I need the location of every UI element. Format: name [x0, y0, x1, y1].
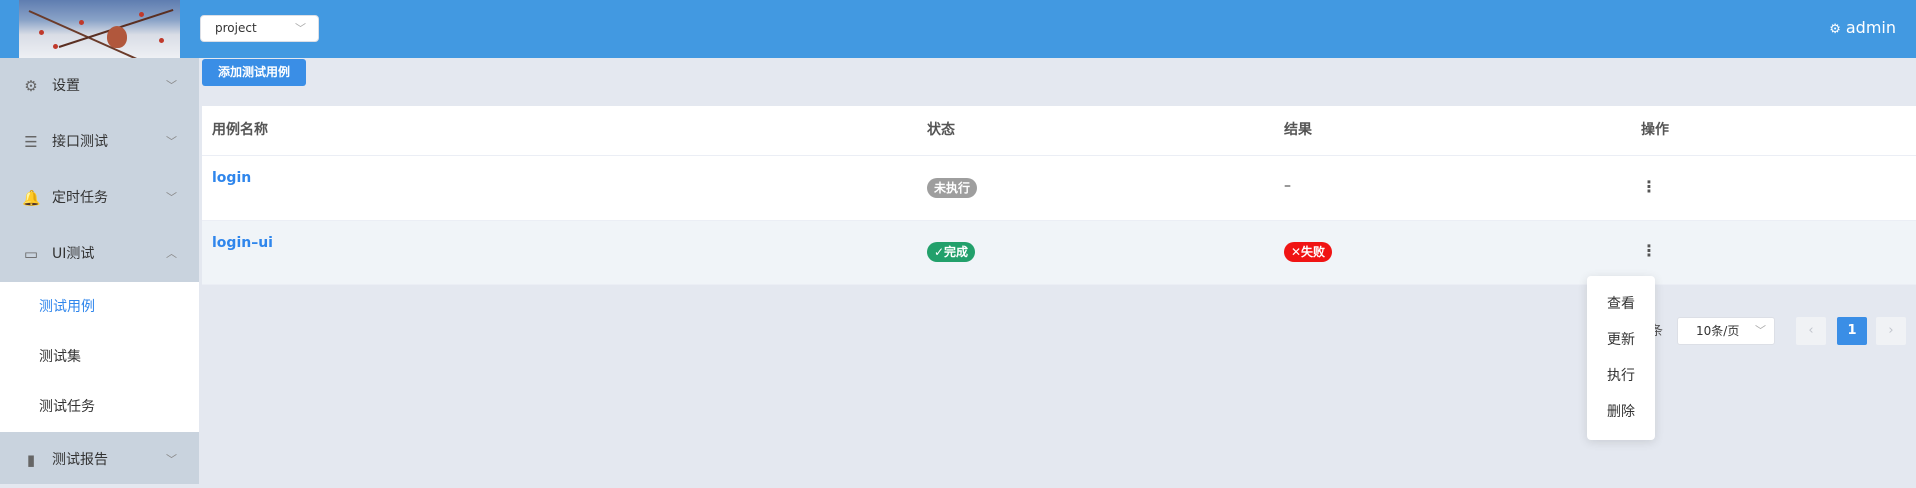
result-value: – — [1284, 178, 1291, 194]
page-size-select[interactable]: 10条/页 ﹀ — [1677, 317, 1775, 345]
menu-item-delete[interactable]: 删除 — [1587, 394, 1655, 430]
menu-item-update[interactable]: 更新 — [1587, 322, 1655, 358]
add-test-case-button[interactable]: 添加测试用例 — [202, 59, 306, 86]
table-header: 用例名称 状态 结果 操作 — [202, 106, 1916, 156]
sidebar-item-label: 接口测试 — [52, 134, 108, 150]
sidebar-item-test-report[interactable]: ▮ 测试报告 ﹀ — [0, 432, 199, 488]
menu-item-execute[interactable]: 执行 — [1587, 358, 1655, 394]
submenu-item-label: 测试集 — [39, 349, 81, 365]
sidebar-item-api-test[interactable]: ☰ 接口测试 ﹀ — [0, 114, 199, 170]
bell-icon: 🔔 — [22, 189, 41, 207]
submenu-item-test-case[interactable]: 测试用例 — [0, 282, 199, 332]
result-badge: ✕失败 — [1284, 242, 1333, 262]
chevron-down-icon: ﹀ — [166, 135, 177, 148]
logo-image — [19, 0, 180, 58]
submenu-item-label: 测试用例 — [39, 299, 95, 315]
test-case-name-link[interactable]: login–ui — [212, 235, 273, 251]
page-button-current[interactable]: 1 — [1837, 317, 1867, 345]
user-name: admin — [1845, 18, 1896, 37]
user-menu[interactable]: ⚙ admin — [1829, 18, 1896, 37]
status-badge: 未执行 — [927, 178, 978, 198]
sidebar-item-label: UI测试 — [52, 246, 95, 262]
submenu-item-test-task[interactable]: 测试任务 — [0, 382, 199, 432]
chevron-down-icon: ﹀ — [1755, 324, 1766, 337]
sidebar-item-ui-test[interactable]: ▭ UI测试 ︿ — [0, 226, 199, 282]
more-actions-icon[interactable]: ⋮ — [1641, 242, 1657, 260]
chevron-left-icon: ‹ — [1808, 323, 1814, 338]
project-select[interactable]: project ﹀ — [200, 15, 319, 42]
sidebar-item-settings[interactable]: ⚙ 设置 ﹀ — [0, 58, 199, 114]
submenu-item-label: 测试任务 — [39, 399, 95, 415]
table-row: login 未执行 – ⋮ — [202, 156, 1916, 221]
chevron-down-icon: ﹀ — [166, 79, 177, 92]
page-size-value: 10条/页 — [1696, 324, 1740, 338]
chevron-down-icon: ﹀ — [166, 191, 177, 204]
gear-icon: ⚙ — [24, 77, 38, 95]
column-header-name: 用例名称 — [212, 122, 268, 138]
sidebar: ⚙ 设置 ﹀ ☰ 接口测试 ﹀ 🔔 定时任务 ﹀ ▭ UI测试 ︿ 测试用例 测… — [0, 58, 199, 484]
chevron-down-icon: ﹀ — [166, 453, 177, 466]
chevron-up-icon: ︿ — [166, 247, 177, 260]
ui-test-submenu: 测试用例 测试集 测试任务 — [0, 282, 199, 432]
status-badge: ✓完成 — [927, 242, 976, 262]
monitor-icon: ▭ — [23, 245, 39, 263]
gear-icon: ⚙ — [1829, 22, 1841, 37]
bar-chart-icon: ▮ — [26, 451, 36, 469]
chevron-right-icon: › — [1888, 323, 1894, 338]
sidebar-item-label: 定时任务 — [52, 190, 108, 206]
sidebar-item-label: 测试报告 — [52, 452, 108, 468]
sliders-icon: ☰ — [24, 133, 38, 151]
submenu-item-test-set[interactable]: 测试集 — [0, 332, 199, 382]
column-header-result: 结果 — [1284, 122, 1312, 138]
row-actions-menu: 查看 更新 执行 删除 — [1587, 276, 1655, 440]
column-header-actions: 操作 — [1641, 122, 1669, 138]
menu-item-view[interactable]: 查看 — [1587, 286, 1655, 322]
sidebar-item-label: 设置 — [52, 78, 80, 94]
more-actions-icon[interactable]: ⋮ — [1641, 178, 1657, 196]
column-header-status: 状态 — [927, 122, 955, 138]
sidebar-item-scheduled-task[interactable]: 🔔 定时任务 ﹀ — [0, 170, 199, 226]
project-select-value: project — [215, 21, 257, 35]
top-header: project ﹀ ⚙ admin — [0, 0, 1916, 58]
test-case-name-link[interactable]: login — [212, 170, 251, 186]
prev-page-button[interactable]: ‹ — [1796, 317, 1826, 345]
test-case-table: 用例名称 状态 结果 操作 login 未执行 – ⋮ login–ui ✓完成… — [202, 106, 1916, 285]
table-row: login–ui ✓完成 ✕失败 ⋮ — [202, 221, 1916, 285]
next-page-button[interactable]: › — [1876, 317, 1906, 345]
chevron-down-icon: ﹀ — [295, 22, 306, 35]
